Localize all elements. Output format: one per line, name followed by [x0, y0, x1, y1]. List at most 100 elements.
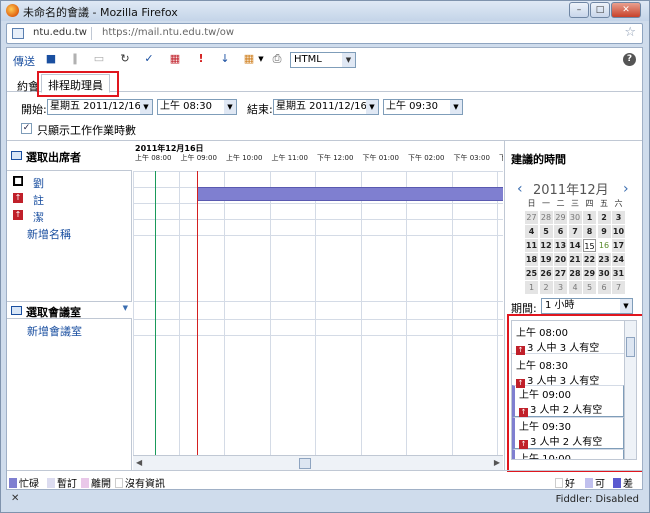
calendar-day[interactable]: 5 — [539, 225, 553, 238]
calendar-day[interactable]: 26 — [539, 267, 553, 280]
calendar-day[interactable]: 30 — [597, 267, 611, 280]
fiddler-status[interactable]: Fiddler: Disabled — [556, 494, 639, 505]
calendar-day[interactable]: 27 — [525, 211, 538, 224]
page-content: 傳送 ■ ∥ ▭ ↻ ✓ ▦ ! ↓ ▦ ▼ ⎙ HTML ▼ ? 約會 排程助… — [6, 47, 643, 490]
calendar-day[interactable]: 29 — [554, 211, 567, 224]
recurrence-icon[interactable]: ↻ — [119, 53, 131, 65]
calendar-day[interactable]: 14 — [568, 239, 582, 252]
url-text[interactable]: https://mail.ntu.edu.tw/ow — [102, 27, 234, 38]
add-attendee[interactable]: 新增名稱 — [7, 225, 132, 241]
chevron-down-icon[interactable]: ▼ — [123, 304, 128, 312]
calendar-day[interactable]: 12 — [539, 239, 553, 252]
calendar-day[interactable]: 8 — [583, 225, 596, 238]
next-month-icon[interactable]: › — [623, 181, 629, 197]
high-importance-icon[interactable]: ! — [195, 53, 207, 65]
end-time-select[interactable]: 上午 09:30 ▼ — [383, 99, 463, 115]
categories-dropdown-icon[interactable]: ▼ — [255, 53, 267, 65]
rooms-header[interactable]: 選取會議室 ▼ — [7, 301, 132, 319]
calendar-day[interactable]: 1 — [583, 211, 596, 224]
attendee-row[interactable]: ↑ 註 — [7, 191, 132, 207]
send-button[interactable]: 傳送 — [13, 53, 35, 69]
timeline-horizontal-scrollbar[interactable]: ◀ ▶ — [133, 455, 503, 471]
calendar-day[interactable]: 4 — [568, 281, 582, 294]
calendar-day[interactable]: 29 — [583, 267, 596, 280]
calendar-day[interactable]: 20 — [554, 253, 567, 266]
calendar-day[interactable]: 11 — [525, 239, 538, 252]
scroll-left-icon[interactable]: ◀ — [136, 458, 142, 467]
calendar-day[interactable]: 30 — [568, 211, 582, 224]
attendee-row[interactable]: ■ 劉 — [7, 174, 132, 190]
end-date-select[interactable]: 星期五 2011/12/16 ▼ — [273, 99, 379, 115]
timeline-hour-label: 上午 09:00 — [180, 154, 217, 162]
attendees-header[interactable]: 選取出席者 — [7, 141, 132, 171]
calendar-day[interactable]: 22 — [583, 253, 596, 266]
calendar-day[interactable]: 15 — [583, 239, 596, 252]
maximize-button[interactable]: □ — [590, 2, 610, 18]
calendar-day[interactable]: 19 — [539, 253, 553, 266]
calendar-day[interactable]: 4 — [525, 225, 538, 238]
calendar-day[interactable]: 13 — [554, 239, 567, 252]
meeting-start-line[interactable] — [155, 171, 156, 455]
meeting-end-line[interactable] — [197, 171, 198, 455]
attendee-name[interactable]: 潔 — [33, 209, 44, 225]
minimize-button[interactable]: – — [569, 2, 589, 18]
close-icon[interactable]: ✕ — [11, 493, 19, 504]
format-select[interactable]: HTML ▼ — [290, 52, 356, 68]
scrollbar-thumb[interactable] — [299, 458, 311, 469]
prev-month-icon[interactable]: ‹ — [517, 181, 523, 197]
calendar-day[interactable]: 27 — [554, 267, 567, 280]
low-importance-icon[interactable]: ↓ — [219, 53, 231, 65]
save-icon[interactable]: ■ — [45, 53, 57, 65]
calendar-day[interactable]: 6 — [554, 225, 567, 238]
scroll-right-icon[interactable]: ▶ — [494, 458, 500, 467]
calendar-day[interactable]: 2 — [597, 211, 611, 224]
address-book-icon[interactable]: ▭ — [93, 53, 105, 65]
attendee-name[interactable]: 註 — [33, 192, 44, 208]
start-time-select[interactable]: 上午 08:30 ▼ — [157, 99, 237, 115]
calendar-day[interactable]: 9 — [597, 225, 611, 238]
highlight-box-tab — [37, 71, 119, 97]
calendar-day[interactable]: 10 — [612, 225, 625, 238]
legend: 忙碌 暫訂 離開 沒有資訊 好 可 差 — [7, 470, 642, 489]
calendar-day[interactable]: 7 — [568, 225, 582, 238]
calendar-day[interactable]: 7 — [612, 281, 625, 294]
bookmark-star-icon[interactable]: ☆ — [624, 25, 636, 40]
calendar-day[interactable]: 2 — [539, 281, 553, 294]
attendee-row[interactable]: ↑ 潔 — [7, 208, 132, 224]
help-icon[interactable]: ? — [623, 53, 636, 66]
calendar-day[interactable]: 31 — [612, 267, 625, 280]
calendar-day[interactable]: 16 — [597, 239, 611, 252]
hour-gridline — [451, 171, 453, 455]
end-date-value: 星期五 2011/12/16 — [276, 101, 367, 112]
calendar-day[interactable]: 24 — [612, 253, 625, 266]
calendar-day[interactable]: 1 — [525, 281, 538, 294]
working-hours-label: 只顯示工作作業時數 — [37, 124, 136, 137]
working-hours-checkbox[interactable]: ✓ — [21, 123, 32, 134]
calendar-day[interactable]: 6 — [597, 281, 611, 294]
period-select[interactable]: 1 小時 ▼ — [541, 298, 633, 314]
cancel-invitation-icon[interactable]: ▦ — [169, 53, 181, 65]
print-icon[interactable]: ⎙ — [271, 53, 283, 65]
calendar-day[interactable]: 21 — [568, 253, 582, 266]
calendar-day[interactable]: 18 — [525, 253, 538, 266]
calendar-day[interactable]: 28 — [568, 267, 582, 280]
calendar-day[interactable]: 25 — [525, 267, 538, 280]
hour-gridline — [269, 171, 271, 455]
calendar-day[interactable]: 28 — [539, 211, 553, 224]
attach-icon[interactable]: ∥ — [69, 53, 81, 65]
calendar-day[interactable]: 5 — [583, 281, 596, 294]
calendar-day[interactable]: 3 — [612, 211, 625, 224]
check-names-icon[interactable]: ✓ — [143, 53, 155, 65]
add-room[interactable]: 新增會議室 — [7, 322, 132, 338]
address-bar[interactable]: ntu.edu.tw https://mail.ntu.edu.tw/ow ☆ — [6, 23, 643, 44]
timeline-hour-label: 上午 10:00 — [226, 154, 263, 162]
categories-icon[interactable]: ▦ — [243, 53, 255, 65]
calendar-day[interactable]: 17 — [612, 239, 625, 252]
calendar-day[interactable]: 3 — [554, 281, 567, 294]
calendar-day[interactable]: 23 — [597, 253, 611, 266]
site-identity[interactable]: ntu.edu.tw — [29, 27, 92, 40]
free-busy-timeline[interactable]: 2011年12月16日 上午 08:00 上午 09:00 上午 10:00 上午 1… — [133, 141, 503, 471]
close-button[interactable]: ✕ — [611, 2, 641, 18]
attendee-name[interactable]: 劉 — [33, 175, 44, 191]
start-date-select[interactable]: 星期五 2011/12/16 ▼ — [47, 99, 153, 115]
